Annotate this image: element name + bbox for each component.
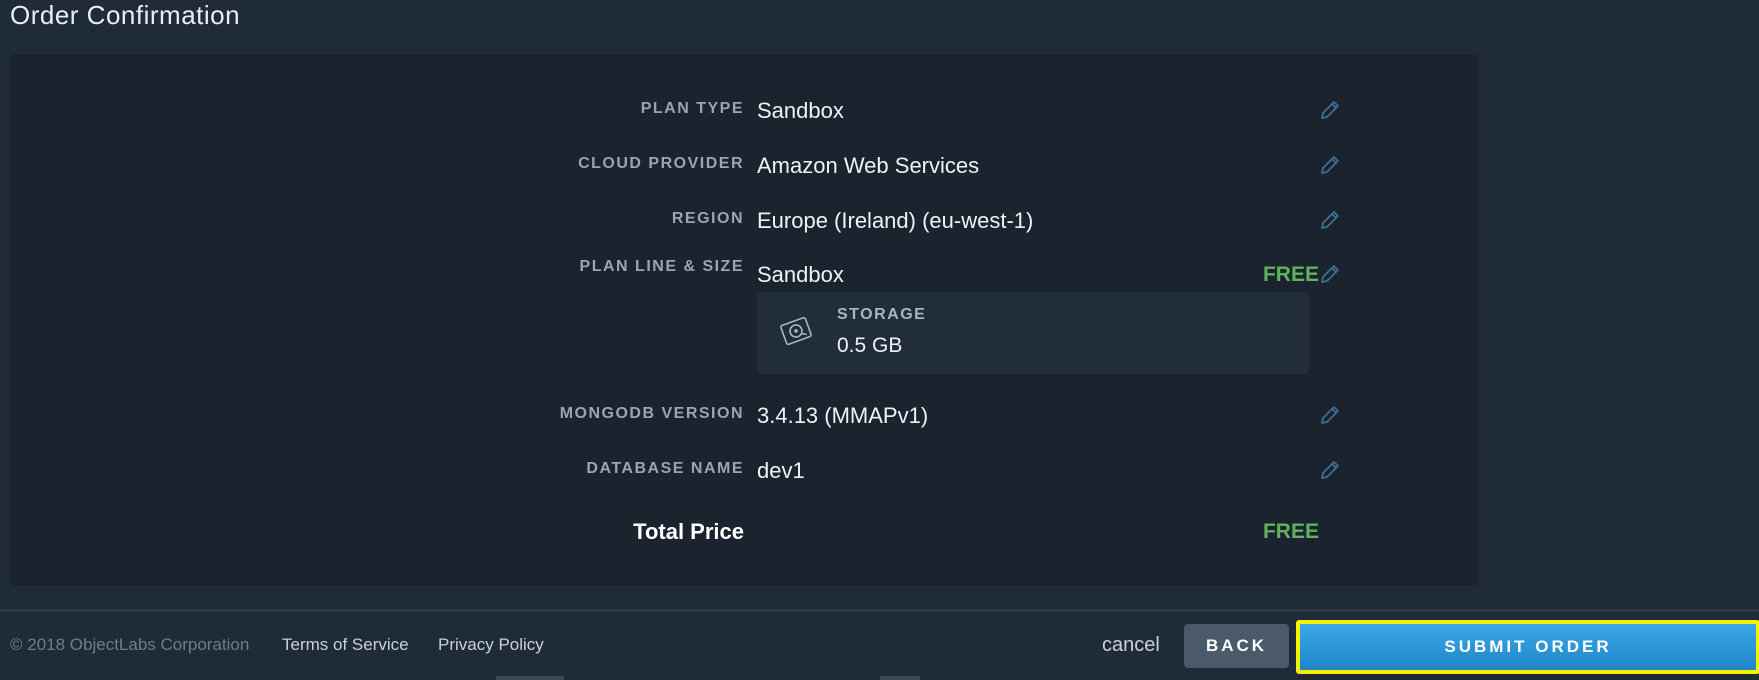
row-value: dev1 bbox=[757, 458, 805, 483]
plan-price-badge: FREE bbox=[1262, 263, 1319, 286]
footer-bar: © 2018 ObjectLabs Corporation Terms of S… bbox=[0, 611, 1759, 680]
pencil-icon[interactable] bbox=[1318, 208, 1342, 232]
submit-order-button[interactable]: SUBMIT ORDER bbox=[1296, 620, 1759, 674]
storage-label: STORAGE bbox=[837, 306, 927, 323]
copyright-text: © 2018 ObjectLabs Corporation bbox=[10, 635, 250, 654]
pencil-icon[interactable] bbox=[1318, 262, 1342, 286]
summary-row-region: REGION Europe (Ireland) (eu-west-1) bbox=[10, 204, 1479, 234]
row-label: PLAN LINE & SIZE bbox=[579, 258, 744, 275]
summary-row-cloud-provider: CLOUD PROVIDER Amazon Web Services bbox=[10, 149, 1479, 179]
row-label: PLAN TYPE bbox=[640, 100, 744, 117]
summary-row-plan-type: PLAN TYPE Sandbox bbox=[10, 94, 1479, 124]
summary-row-mongodb-version: MONGODB VERSION 3.4.13 (MMAPv1) bbox=[10, 399, 1479, 429]
total-price-row: Total Price FREE bbox=[10, 514, 1479, 550]
total-price-value: FREE bbox=[1262, 520, 1319, 543]
summary-row-plan-line-size: PLAN LINE & SIZE Sandbox FREE bbox=[10, 258, 1479, 288]
row-value: 3.4.13 (MMAPv1) bbox=[757, 403, 929, 428]
pencil-icon[interactable] bbox=[1318, 98, 1342, 122]
disk-icon bbox=[780, 316, 812, 346]
privacy-policy-link[interactable]: Privacy Policy bbox=[438, 635, 544, 655]
row-value: Europe (Ireland) (eu-west-1) bbox=[757, 208, 1034, 233]
row-value: Sandbox bbox=[757, 262, 844, 287]
row-value: Amazon Web Services bbox=[757, 153, 980, 178]
pencil-icon[interactable] bbox=[1318, 458, 1342, 482]
row-label: MONGODB VERSION bbox=[559, 405, 744, 422]
storage-value: 0.5 GB bbox=[837, 334, 903, 357]
total-price-label: Total Price bbox=[633, 519, 744, 544]
page-title: Order Confirmation bbox=[10, 0, 241, 30]
order-summary-panel: PLAN TYPE Sandbox CLOUD PROVIDER Amazon … bbox=[10, 54, 1479, 586]
terms-of-service-link[interactable]: Terms of Service bbox=[282, 635, 409, 655]
row-label: REGION bbox=[671, 210, 744, 227]
summary-row-database-name: DATABASE NAME dev1 bbox=[10, 454, 1479, 484]
storage-card: STORAGE 0.5 GB bbox=[757, 292, 1309, 374]
order-confirmation-page: Order Confirmation PLAN TYPE Sandbox CLO… bbox=[0, 0, 1759, 680]
row-label: DATABASE NAME bbox=[586, 460, 744, 477]
row-label: CLOUD PROVIDER bbox=[578, 155, 744, 172]
bottom-scroll-tab bbox=[496, 676, 564, 680]
row-value: Sandbox bbox=[757, 98, 844, 123]
back-button[interactable]: BACK bbox=[1184, 624, 1289, 668]
pencil-icon[interactable] bbox=[1318, 153, 1342, 177]
pencil-icon[interactable] bbox=[1318, 403, 1342, 427]
cancel-link[interactable]: cancel bbox=[1102, 634, 1160, 657]
bottom-scroll-tab bbox=[880, 676, 920, 680]
